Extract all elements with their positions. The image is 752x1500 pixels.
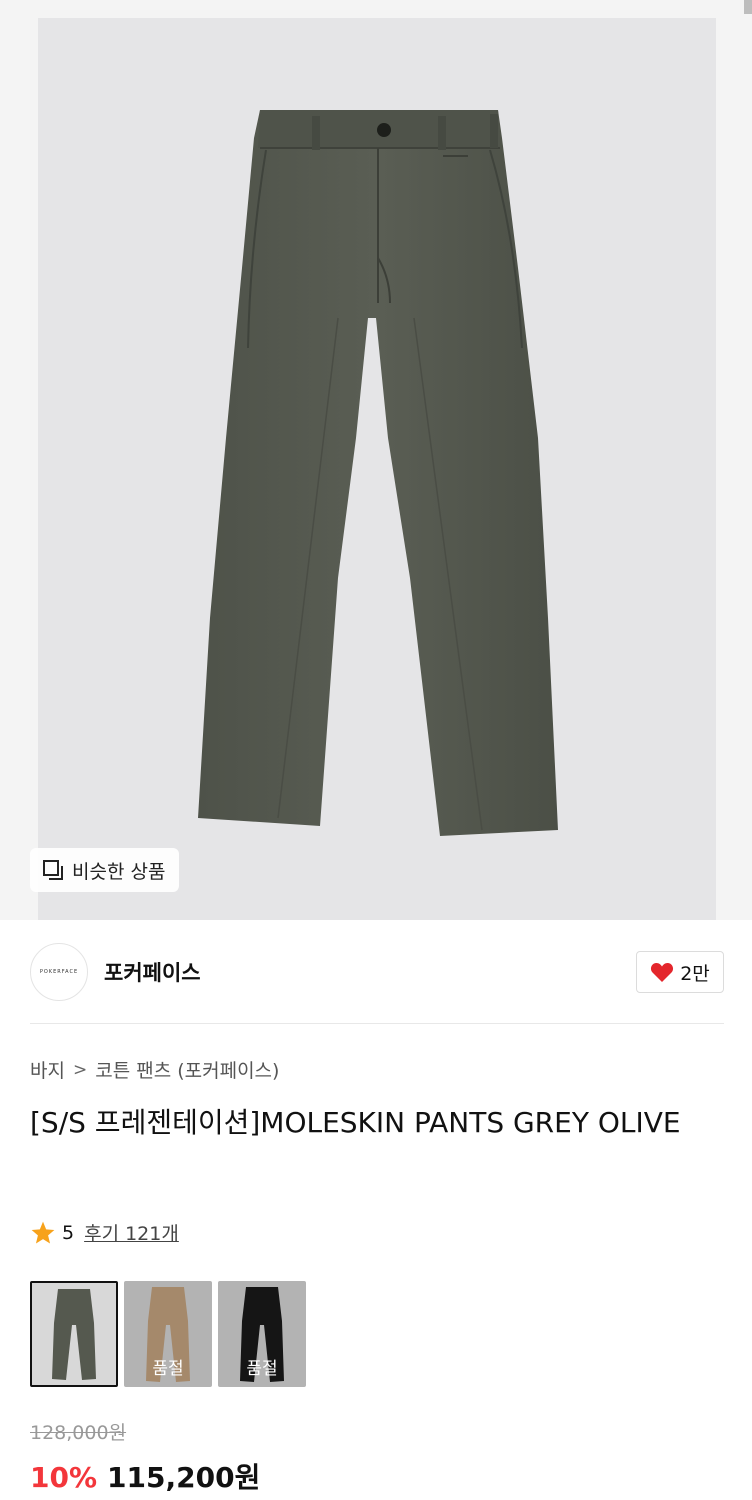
breadcrumb-category[interactable]: 바지: [30, 1056, 65, 1083]
similar-products-label: 비슷한 상품: [72, 860, 166, 883]
like-button[interactable]: 2만: [636, 951, 724, 993]
variant-status: 품절: [152, 1359, 184, 1379]
variant-status: 품절: [246, 1359, 278, 1379]
scroll-indicator: [744, 0, 752, 14]
variant-thumb-grey-olive[interactable]: [30, 1281, 118, 1387]
like-count: 2만: [680, 962, 710, 985]
sale-price: 115,200원: [107, 1461, 261, 1494]
product-image-area[interactable]: 비슷한 상품: [0, 0, 752, 920]
similar-items-icon: [42, 859, 64, 881]
similar-products-button[interactable]: 비슷한 상품: [30, 848, 180, 892]
breadcrumb: 바지 > 코튼 팬츠 (포커페이스): [30, 1056, 279, 1083]
brand-logo[interactable]: POKERFACE: [30, 943, 88, 1001]
original-price: 128,000원: [30, 1422, 127, 1444]
brand-logo-text: POKERFACE: [39, 969, 79, 975]
divider: [30, 1023, 724, 1024]
price-row: 10% 115,200원: [30, 1456, 260, 1496]
variant-thumb-beige[interactable]: 품절: [124, 1281, 212, 1387]
star-icon: [30, 1220, 56, 1246]
reviews-link[interactable]: 후기 121개: [84, 1219, 179, 1246]
breadcrumb-subcategory[interactable]: 코튼 팬츠 (포커페이스): [95, 1056, 279, 1083]
product-title: [S/S 프레젠테이션]MOLESKIN PANTS GREY OLIVE: [30, 1106, 681, 1139]
brand-row: POKERFACE 포커페이스 2만: [30, 942, 724, 1002]
product-photo: [38, 18, 716, 920]
variant-thumb-black[interactable]: 품절: [218, 1281, 306, 1387]
rating: 5 후기 121개: [30, 1219, 179, 1246]
color-variants: 품절 품절: [30, 1281, 306, 1387]
breadcrumb-separator: >: [72, 1059, 88, 1080]
heart-icon: [651, 962, 674, 982]
discount-rate: 10%: [30, 1461, 98, 1494]
rating-score: 5: [62, 1221, 75, 1244]
brand-name[interactable]: 포커페이스: [104, 957, 201, 987]
